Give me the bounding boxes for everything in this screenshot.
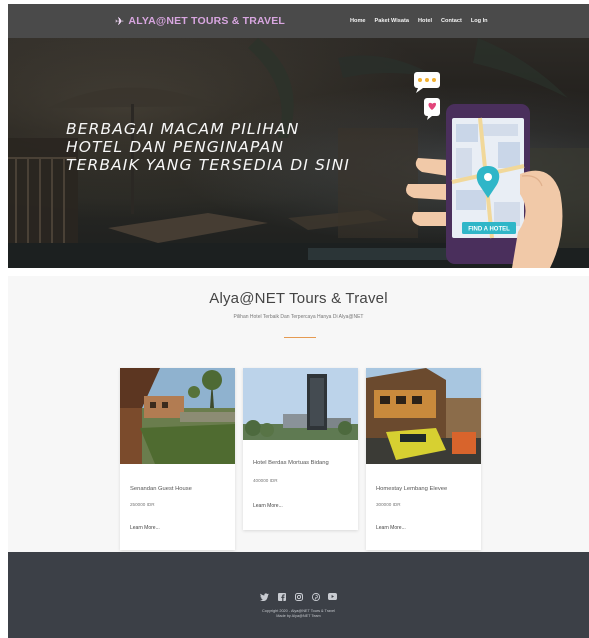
learn-more-link[interactable]: Learn More... [253,503,283,509]
hotel-card[interactable]: Homestay Lembang Elevee 300000 IDR Learn… [366,368,481,550]
social-links [8,592,589,601]
hotel-card[interactable]: Hotel Berdas Mortuas Bidang 400000 IDR L… [243,368,358,530]
nav-contact[interactable]: Contact [441,18,462,24]
hero-line-3: TERBAIK YANG TERSEDIA DI SINI [66,156,350,174]
hotel-name: Homestay Lembang Elevee [376,486,448,492]
heart-bubble-icon [424,98,440,120]
youtube-icon[interactable] [328,592,337,601]
nav-home[interactable]: Home [350,18,366,24]
hotel-photo [366,368,481,464]
top-navbar: ✈ ALYA@NET TOURS & TRAVEL Home Paket Wis… [8,4,589,38]
phone-illustration: FIND A HOTEL [400,62,589,268]
hotel-price: 300000 IDR [376,502,401,507]
credit-text: Made by Alya@NET Team [276,614,321,618]
hero-line-1: BERBAGAI MACAM PILIHAN [66,120,300,138]
find-hotel-button: FIND A HOTEL [468,227,510,233]
hero-banner: BERBAGAI MACAM PILIHAN HOTEL DAN PENGINA… [8,38,589,268]
main-nav: Home Paket Wisata Hotel Contact Log In [350,4,488,38]
rating-bubble-icon [414,72,440,93]
twitter-icon[interactable] [260,592,269,601]
hero-headline: BERBAGAI MACAM PILIHAN HOTEL DAN PENGINA… [66,120,350,174]
airplane-icon: ✈ [115,15,125,28]
hotel-name: Hotel Berdas Mortuas Bidang [253,460,329,466]
learn-more-link[interactable]: Learn More... [130,525,160,531]
section-title: Alya@NET Tours & Travel [209,290,388,307]
learn-more-link[interactable]: Learn More... [376,525,406,531]
nav-hotel[interactable]: Hotel [418,18,432,24]
hotel-card[interactable]: Senandan Guest House 250000 IDR Learn Mo… [120,368,235,550]
hotel-photo [120,368,235,464]
section-subtitle: Pilihan Hotel Terbaik Dan Terpercaya Han… [233,314,364,320]
nav-login[interactable]: Log In [471,18,488,24]
hotel-price: 400000 IDR [253,478,278,483]
instagram-icon[interactable] [294,592,303,601]
footer-copyright: Copyright 2020 - Alya@NET Tours & Travel… [8,609,589,619]
hotel-price: 250000 IDR [130,502,155,507]
facebook-icon[interactable] [277,592,286,601]
site-footer: Copyright 2020 - Alya@NET Tours & Travel… [8,552,589,638]
brand-logo[interactable]: ✈ ALYA@NET TOURS & TRAVEL [115,4,285,38]
hotel-section: Alya@NET Tours & Travel Pilihan Hotel Te… [8,276,589,554]
hotel-photo [243,368,358,440]
title-divider [284,337,316,338]
pinterest-icon[interactable] [311,592,320,601]
hotel-name: Senandan Guest House [130,486,192,492]
nav-paket-wisata[interactable]: Paket Wisata [375,18,409,24]
brand-name: ALYA@NET TOURS & TRAVEL [128,15,286,27]
hero-line-2: HOTEL DAN PENGINAPAN [66,138,285,156]
